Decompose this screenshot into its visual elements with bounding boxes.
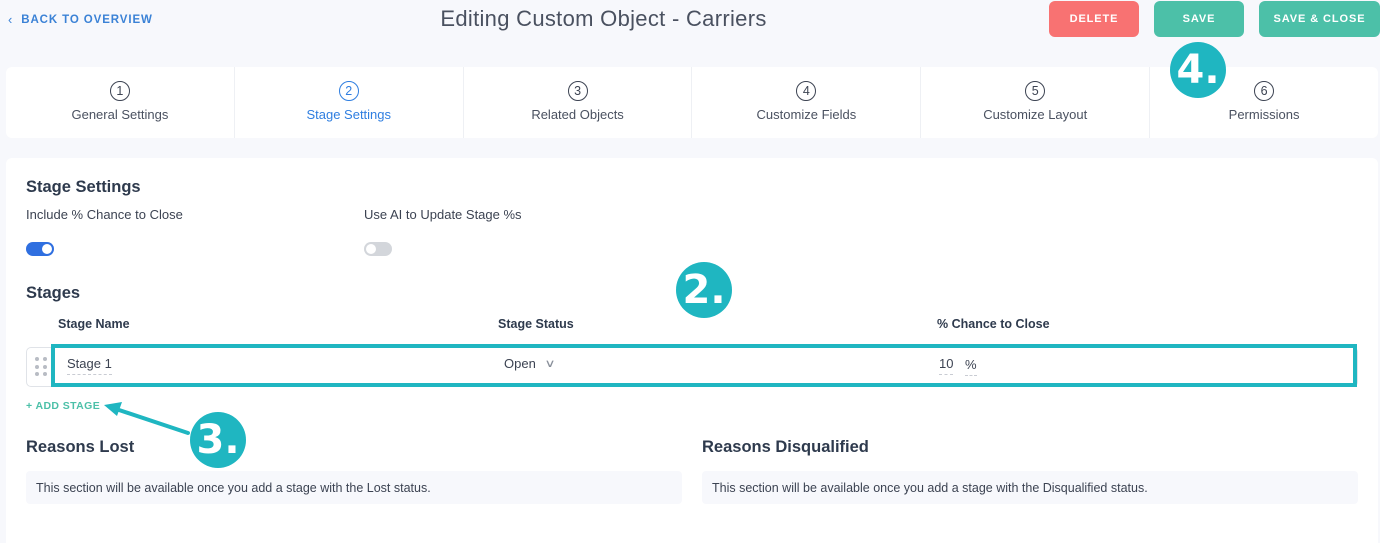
annotation-badge-2: 2.: [676, 262, 732, 318]
annotation-badge-4: 4.: [1170, 42, 1226, 98]
annotation-badge-3: 3.: [190, 412, 246, 468]
